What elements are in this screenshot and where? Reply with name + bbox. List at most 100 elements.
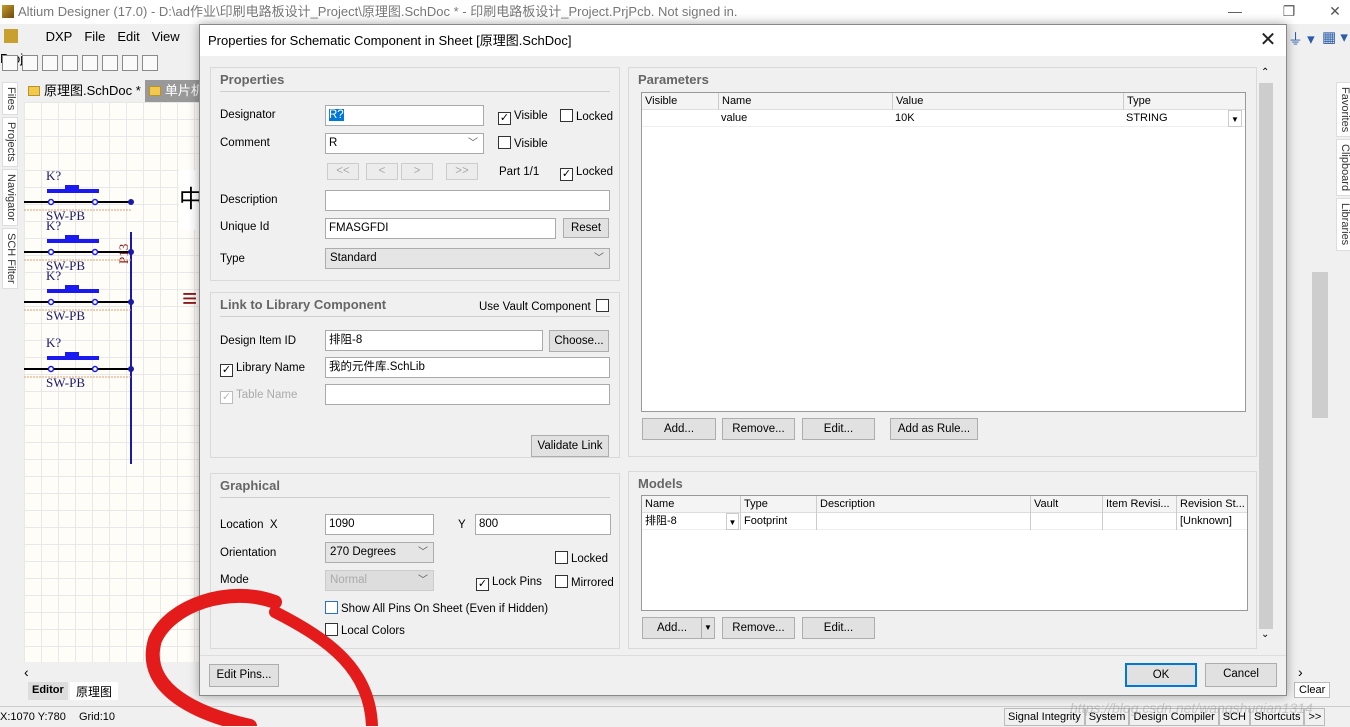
first-part-button[interactable]: << xyxy=(327,163,359,180)
column-type[interactable]: Type xyxy=(740,496,816,513)
comment-combobox[interactable]: R ﹀ xyxy=(325,133,484,154)
param-type[interactable]: STRING xyxy=(1123,110,1168,127)
table-row[interactable]: 排阻-8 ▼ Footprint [Unknown] xyxy=(642,513,1247,530)
canvas-scrollbar[interactable] xyxy=(1312,272,1328,418)
clear-button[interactable]: Clear xyxy=(1294,682,1331,698)
menu-edit[interactable]: Edit xyxy=(117,26,139,48)
type-dropdown-icon[interactable]: ▼ xyxy=(1228,110,1242,127)
table-name-input[interactable] xyxy=(325,384,610,405)
scrollbar-thumb[interactable] xyxy=(1259,83,1273,629)
panel-tab-favorites[interactable]: Favorites xyxy=(1336,82,1350,138)
panel-tab-navigator[interactable]: Navigator xyxy=(2,168,18,227)
maximize-button[interactable]: ❐ xyxy=(1266,0,1312,24)
column-vault[interactable]: Vault xyxy=(1030,496,1102,513)
new-icon[interactable] xyxy=(2,55,18,71)
graphical-locked-checkbox[interactable]: Locked xyxy=(555,551,608,566)
menu-file[interactable]: File xyxy=(84,26,105,48)
visible-checkbox[interactable]: ✔ xyxy=(672,110,675,127)
ok-button[interactable]: OK xyxy=(1125,663,1197,687)
scroll-down-icon[interactable]: ⌄ xyxy=(1261,629,1269,640)
scroll-left-button[interactable]: ‹ xyxy=(24,664,200,682)
doc-tab-schdoc[interactable]: 原理图.SchDoc * xyxy=(24,80,145,102)
panel-tab-clipboard[interactable]: Clipboard xyxy=(1336,139,1350,197)
bottom-tab-schematic[interactable]: 原理图 xyxy=(70,682,119,700)
mirrored-checkbox[interactable]: Mirrored xyxy=(555,575,614,590)
grid-icon[interactable]: ▦ ▾ xyxy=(1322,28,1348,46)
panel-tab-projects[interactable]: Projects xyxy=(2,117,18,167)
panel-tab-sch-filter[interactable]: SCH Filter xyxy=(2,228,18,289)
column-revision-state[interactable]: Revision St... xyxy=(1176,496,1248,513)
column-name[interactable]: Name xyxy=(718,93,892,110)
param-remove-button[interactable]: Remove... xyxy=(722,418,795,440)
location-x-input[interactable]: 1090 xyxy=(325,514,434,535)
validate-link-button[interactable]: Validate Link xyxy=(531,435,609,457)
model-add-button[interactable]: Add... xyxy=(642,617,702,639)
save-icon[interactable] xyxy=(42,55,58,71)
close-window-button[interactable]: ✕ xyxy=(1312,0,1350,24)
model-remove-button[interactable]: Remove... xyxy=(722,617,795,639)
component-comment: SW-PB xyxy=(46,375,85,390)
minimize-button[interactable]: — xyxy=(1212,0,1258,24)
show-all-pins-checkbox[interactable]: Show All Pins On Sheet (Even if Hidden) xyxy=(325,601,548,616)
window-icon[interactable] xyxy=(102,55,118,71)
model-add-dropdown-icon[interactable]: ▼ xyxy=(701,617,715,639)
dialog-close-icon[interactable]: ✕ xyxy=(1258,28,1278,52)
component-designator: K? xyxy=(46,218,61,233)
local-colors-checkbox[interactable]: Local Colors xyxy=(325,623,405,638)
part-locked-checkbox[interactable]: ✓ Locked xyxy=(560,165,613,181)
next-part-button[interactable]: > xyxy=(401,163,433,180)
column-description[interactable]: Description xyxy=(816,496,1030,513)
print-icon[interactable] xyxy=(62,55,78,71)
param-add-button[interactable]: Add... xyxy=(642,418,716,440)
zoom-area-icon[interactable] xyxy=(142,55,158,71)
model-edit-button[interactable]: Edit... xyxy=(802,617,875,639)
column-value[interactable]: Value xyxy=(892,93,1123,110)
library-name-input[interactable]: 我的元件库.SchLib xyxy=(325,357,610,378)
model-dropdown-icon[interactable]: ▼ xyxy=(726,513,739,530)
model-name[interactable]: 排阻-8 xyxy=(642,513,677,530)
ground-icon[interactable]: ⏚ ▾ xyxy=(1288,28,1315,49)
choose-button[interactable]: Choose... xyxy=(549,330,609,352)
bottom-tab-editor[interactable]: Editor xyxy=(28,682,68,700)
reset-button[interactable]: Reset xyxy=(563,218,609,238)
prev-part-button[interactable]: < xyxy=(366,163,398,180)
mode-select: Normal ﹀ xyxy=(325,570,434,591)
switch-button xyxy=(65,352,79,357)
column-type[interactable]: Type xyxy=(1123,93,1245,110)
location-y-input[interactable]: 800 xyxy=(475,514,611,535)
print-preview-icon[interactable] xyxy=(82,55,98,71)
designator-input[interactable]: R? xyxy=(325,105,484,126)
use-vault-checkbox[interactable]: Use Vault Component xyxy=(479,299,612,314)
column-item-revision[interactable]: Item Revisi... xyxy=(1102,496,1176,513)
designator-locked-checkbox[interactable]: Locked xyxy=(560,109,613,124)
type-select[interactable]: Standard ﹀ xyxy=(325,248,610,269)
panel-tab-files[interactable]: Files xyxy=(2,82,18,116)
scroll-up-icon[interactable]: ⌃ xyxy=(1261,67,1269,78)
column-visible[interactable]: Visible xyxy=(642,93,718,110)
orientation-select[interactable]: 270 Degrees ﹀ xyxy=(325,542,434,563)
description-input[interactable] xyxy=(325,190,610,211)
comment-visible-checkbox[interactable]: Visible xyxy=(498,136,548,151)
design-item-input[interactable]: 排阻-8 xyxy=(325,330,543,351)
zoom-icon[interactable] xyxy=(122,55,138,71)
table-row[interactable]: ✔ value 10K STRING ▼ xyxy=(642,110,1245,127)
param-value[interactable]: 10K xyxy=(892,110,915,127)
schematic-canvas[interactable]: P13 K? SW-PB K? SW-PB K? SW-PB K? SW-PB 中 ≡ xyxy=(24,102,203,662)
unique-id-input[interactable]: FMASGFDI xyxy=(325,218,556,239)
lock-pins-checkbox[interactable]: ✓ Lock Pins xyxy=(476,575,542,591)
description-label: Description xyxy=(220,194,278,206)
column-name[interactable]: Name xyxy=(642,496,740,513)
cancel-button[interactable]: Cancel xyxy=(1205,663,1277,687)
menu-view[interactable]: View xyxy=(152,26,180,48)
designator-visible-checkbox[interactable]: ✓ Visible xyxy=(498,109,548,125)
open-icon[interactable] xyxy=(22,55,38,71)
scroll-right-button[interactable]: › xyxy=(1298,664,1303,680)
library-name-checkbox[interactable]: ✓ Library Name xyxy=(220,361,305,377)
menu-dxp[interactable]: DXP xyxy=(46,26,73,48)
edit-pins-button[interactable]: Edit Pins... xyxy=(209,664,279,687)
svg-text:中: 中 xyxy=(179,186,200,213)
last-part-button[interactable]: >> xyxy=(446,163,478,180)
param-edit-button[interactable]: Edit... xyxy=(802,418,875,440)
panel-tab-libraries[interactable]: Libraries xyxy=(1336,198,1350,251)
add-as-rule-button[interactable]: Add as Rule... xyxy=(890,418,978,440)
